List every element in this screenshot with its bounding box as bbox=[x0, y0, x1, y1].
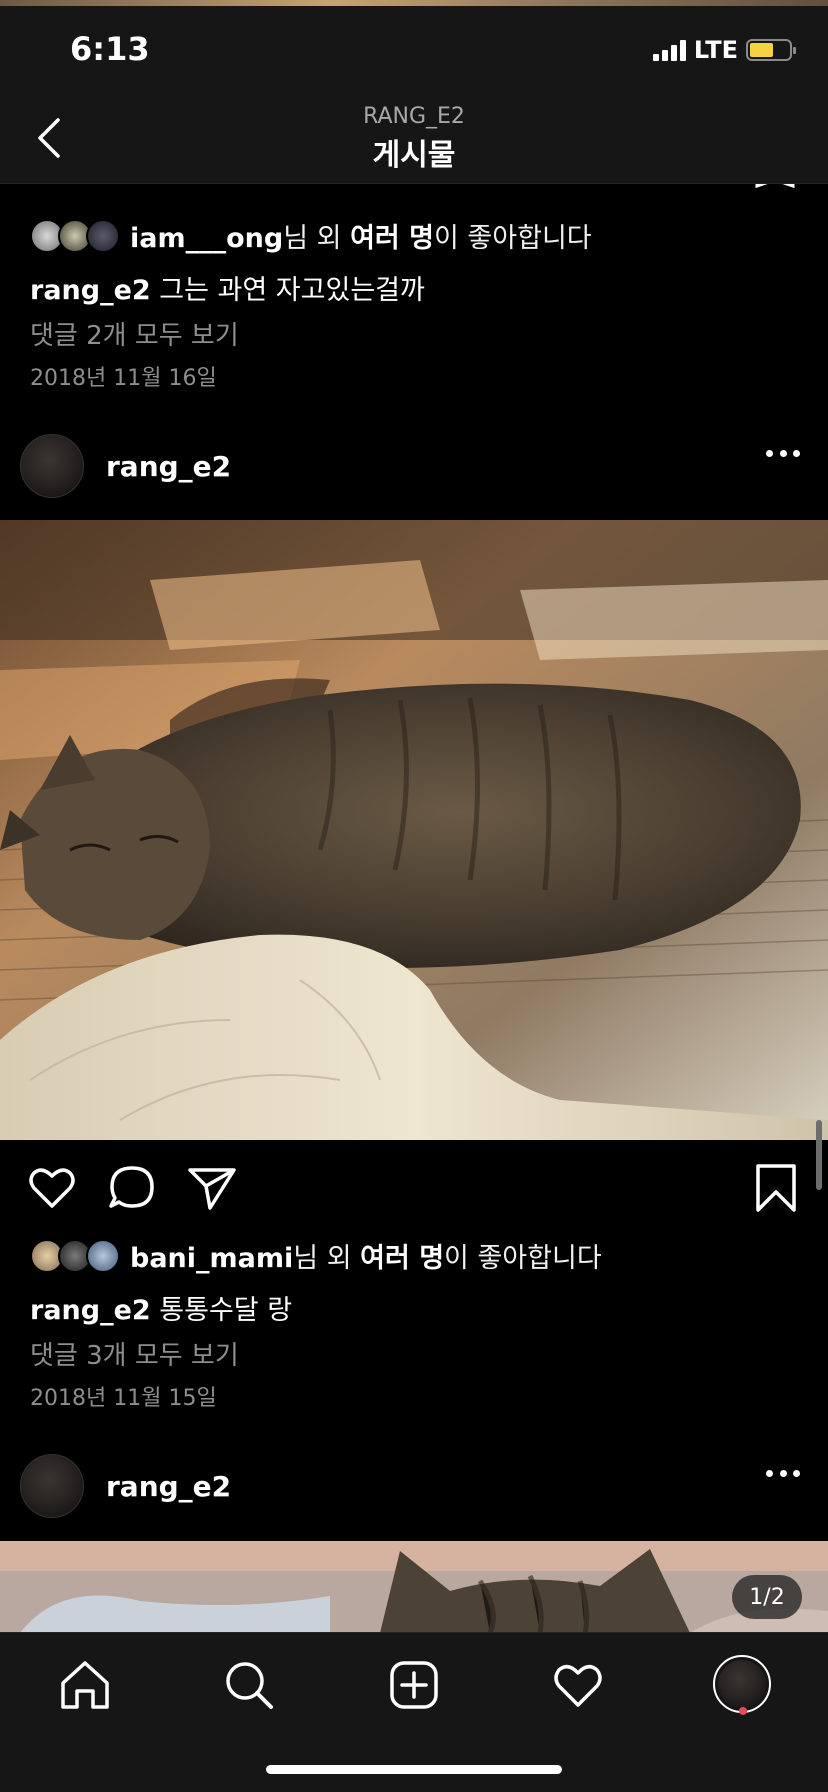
status-bar: 6:13 LTE bbox=[0, 0, 828, 92]
likes-suffix: 이 좋아합니다 bbox=[444, 1242, 602, 1274]
more-options-icon[interactable] bbox=[766, 1470, 800, 1478]
liker-avatars bbox=[30, 217, 122, 253]
header-subtitle: RANG_E2 bbox=[363, 104, 465, 129]
post-date: 2018년 11월 16일 bbox=[30, 366, 217, 391]
more-options-icon[interactable] bbox=[766, 450, 800, 458]
likes-summary[interactable]: iam___ong님 외 여러 명이 좋아합니다 bbox=[30, 215, 592, 255]
likes-text: iam___ong님 외 여러 명이 좋아합니다 bbox=[130, 216, 592, 255]
likes-suffix: 님 외 bbox=[283, 222, 351, 254]
post-username[interactable]: rang_e2 bbox=[106, 1470, 231, 1503]
post-photo[interactable] bbox=[0, 1541, 828, 1633]
feed[interactable]: iam___ong님 외 여러 명이 좋아합니다 rang_e2 그는 과연 자… bbox=[0, 0, 828, 1792]
post-caption: rang_e2 그는 과연 자고있는걸까 bbox=[30, 268, 425, 307]
post-photo[interactable] bbox=[0, 520, 828, 1140]
post-header: rang_e2 bbox=[0, 418, 828, 514]
like-heart-icon[interactable] bbox=[26, 1162, 78, 1214]
notification-dot bbox=[739, 1707, 747, 1715]
likes-summary[interactable]: bani_mami님 외 여러 명이 좋아합니다 bbox=[30, 1235, 602, 1275]
post-action-bar bbox=[0, 1162, 828, 1222]
nav-header: RANG_E2 게시물 bbox=[0, 92, 828, 184]
home-indicator bbox=[266, 1765, 562, 1774]
avatar[interactable] bbox=[20, 434, 84, 498]
likes-others-link[interactable]: 여러 명 bbox=[360, 1243, 444, 1274]
view-all-comments-link[interactable]: 댓글 2개 모두 보기 bbox=[30, 315, 239, 352]
network-type: LTE bbox=[693, 36, 738, 64]
home-icon[interactable] bbox=[57, 1657, 113, 1713]
profile-avatar[interactable] bbox=[713, 1655, 771, 1713]
caption-username[interactable]: rang_e2 bbox=[30, 275, 151, 306]
caption-text: 그는 과연 자고있는걸까 bbox=[159, 275, 425, 306]
view-all-comments-link[interactable]: 댓글 3개 모두 보기 bbox=[30, 1335, 239, 1372]
avatar[interactable] bbox=[20, 1454, 84, 1518]
page-title: 게시물 bbox=[372, 138, 456, 173]
post-caption: rang_e2 통통수달 랑 bbox=[30, 1288, 292, 1327]
liker-avatars bbox=[30, 1237, 122, 1273]
share-direct-icon[interactable] bbox=[186, 1162, 238, 1214]
signal-icon bbox=[652, 39, 686, 61]
likes-suffix: 이 좋아합니다 bbox=[434, 222, 592, 254]
previous-photo-edge bbox=[0, 0, 828, 6]
comment-icon[interactable] bbox=[106, 1162, 158, 1214]
liker-avatar bbox=[86, 219, 120, 253]
activity-heart-icon[interactable] bbox=[550, 1657, 606, 1713]
status-indicators: LTE bbox=[652, 36, 796, 64]
add-post-icon[interactable] bbox=[386, 1657, 442, 1713]
likes-suffix: 님 외 bbox=[293, 1242, 361, 1274]
first-liker-username[interactable]: bani_mami bbox=[130, 1243, 293, 1274]
caption-text: 통통수달 랑 bbox=[159, 1295, 293, 1326]
status-time: 6:13 bbox=[70, 30, 150, 68]
battery-icon bbox=[746, 39, 796, 61]
caption-username[interactable]: rang_e2 bbox=[30, 1295, 151, 1326]
search-icon[interactable] bbox=[221, 1657, 277, 1713]
post-header: rang_e2 bbox=[0, 1438, 828, 1534]
liker-avatar bbox=[86, 1239, 120, 1273]
bookmark-icon[interactable] bbox=[750, 1162, 802, 1214]
likes-others-link[interactable]: 여러 명 bbox=[350, 223, 434, 254]
scrollbar[interactable] bbox=[816, 1120, 822, 1190]
carousel-counter: 1/2 bbox=[732, 1575, 802, 1619]
post-username[interactable]: rang_e2 bbox=[106, 450, 231, 483]
post-date: 2018년 11월 15일 bbox=[30, 1386, 217, 1411]
first-liker-username[interactable]: iam___ong bbox=[130, 223, 283, 254]
likes-text: bani_mami님 외 여러 명이 좋아합니다 bbox=[130, 1236, 602, 1275]
